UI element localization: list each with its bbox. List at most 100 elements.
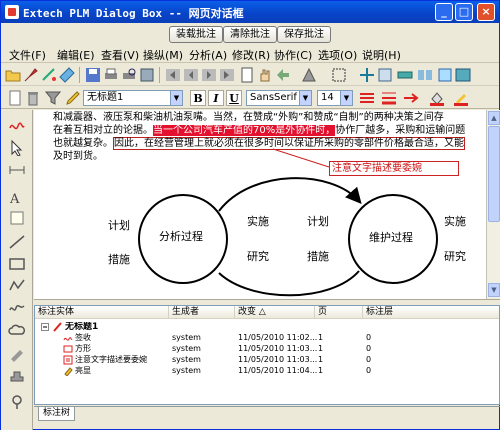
scroll-down-icon[interactable]: ▼ [488, 283, 500, 297]
rectangle-tool-icon[interactable] [8, 256, 26, 272]
select-arrow-icon[interactable] [8, 140, 26, 156]
text-tool-icon[interactable]: A [8, 190, 26, 206]
line-color-icon[interactable] [453, 90, 469, 106]
close-button[interactable]: × [477, 3, 495, 21]
menu-analyze[interactable]: 分析(A) [189, 47, 227, 63]
collapse-toggle-icon[interactable] [41, 323, 49, 331]
column-header-creator[interactable]: 生成者 [169, 306, 235, 319]
row-creator: system [172, 344, 201, 353]
highlight-markup[interactable]: 当一个公司汽车产值的70%是外协件时， [153, 125, 336, 136]
fill-color-icon[interactable] [429, 90, 445, 106]
navigate-icon[interactable] [275, 67, 291, 83]
row-changed: 11/05/2010 11:03... [238, 355, 318, 364]
open-folder-icon[interactable] [5, 67, 21, 83]
column-header-changed[interactable]: 改变 △ [235, 306, 315, 319]
document-scrollbar[interactable]: ▲ ▼ [486, 110, 500, 299]
column-header-entity[interactable]: 标注实体 [35, 306, 169, 319]
table-row[interactable]: 亮显 system 11/05/2010 11:04... 1 0 [35, 366, 499, 376]
row-entity: 方形 [75, 344, 91, 353]
scroll-thumb[interactable] [488, 126, 500, 222]
maximize-button[interactable]: □ [455, 3, 473, 21]
compare-icon[interactable] [417, 67, 433, 83]
dialog-window: Extech PLM Dialog Box -- 网页对话框 _ □ × 装载批… [0, 0, 500, 430]
rotate-icon[interactable] [301, 67, 317, 83]
note-tool-icon[interactable] [8, 210, 26, 226]
highlighter-tool-icon[interactable] [8, 346, 26, 362]
menu-file[interactable]: 文件(F) [9, 47, 46, 63]
polyline-tool-icon[interactable] [8, 278, 26, 294]
last-page-icon[interactable] [219, 67, 235, 83]
diagram-implement-right: 实施 [444, 215, 466, 228]
table-row[interactable]: 签收 system 11/05/2010 11:02... 1 0 [35, 333, 499, 343]
clear-annotations-button[interactable]: 清除批注 [223, 26, 277, 43]
title-bar[interactable]: Extech PLM Dialog Box -- 网页对话框 _ □ × [1, 1, 499, 23]
table-row[interactable]: 注意文字描述要委婉 system 11/05/2010 11:03... 1 0 [35, 355, 499, 365]
save-annotations-button[interactable]: 保存批注 [277, 26, 331, 43]
save-icon[interactable] [85, 67, 101, 83]
delete-markup-icon[interactable] [25, 90, 41, 106]
scroll-up-icon[interactable]: ▲ [488, 111, 500, 125]
diagram-right-center-label: 维护过程 [369, 231, 413, 244]
italic-button[interactable]: I [208, 90, 224, 106]
print-icon[interactable] [103, 67, 119, 83]
print-preview-icon[interactable] [121, 67, 137, 83]
diagram-plan-left: 计划 [108, 219, 130, 232]
grid-view-icon[interactable] [377, 67, 393, 83]
chevron-down-icon: ▼ [170, 91, 182, 105]
arrow-style-icon[interactable] [403, 90, 419, 106]
minimize-button[interactable]: _ [435, 3, 453, 21]
row-page: 1 [318, 366, 324, 375]
overlay-icon[interactable] [455, 67, 471, 83]
line-style-icon[interactable] [359, 90, 375, 106]
markup-tool-icon[interactable] [23, 67, 39, 83]
menu-view[interactable]: 查看(V) [101, 47, 139, 63]
menu-manipulate[interactable]: 操纵(M) [143, 47, 183, 63]
underline-button[interactable]: U [226, 90, 242, 106]
stamp-tool-icon[interactable] [8, 370, 26, 386]
filter-icon[interactable] [45, 90, 61, 106]
font-size-select[interactable]: 14 ▼ [317, 90, 353, 106]
next-page-icon[interactable] [201, 67, 217, 83]
line-weight-icon[interactable] [381, 90, 397, 106]
column-header-page[interactable]: 页 [315, 306, 363, 319]
menu-edit[interactable]: 编辑(E) [57, 47, 95, 63]
properties-icon[interactable] [139, 67, 155, 83]
column-header-layer[interactable]: 标注层 [363, 306, 499, 319]
cloud-tool-icon[interactable] [8, 322, 26, 338]
pan-hand-icon[interactable] [257, 67, 273, 83]
ruler-icon[interactable] [59, 67, 75, 83]
markup-pen-icon[interactable] [65, 90, 81, 106]
toolbar-separator [159, 67, 160, 83]
row-layer: 0 [366, 344, 372, 353]
load-annotations-button[interactable]: 装载批注 [169, 26, 223, 43]
menu-options[interactable]: 选项(O) [318, 47, 357, 63]
menu-collaborate[interactable]: 协作(C) [274, 47, 312, 63]
font-family-select[interactable]: SansSerif ▼ [246, 90, 312, 106]
diagram-measure-left: 措施 [108, 253, 130, 266]
tab-markup-tree[interactable]: 标注树 [38, 407, 76, 421]
markup-document-icon [53, 322, 62, 332]
zoom-extents-icon[interactable] [359, 67, 375, 83]
app-icon [5, 5, 19, 19]
measure-tool-icon[interactable] [41, 67, 57, 83]
markup-name-select[interactable]: 无标题1 ▼ [83, 90, 183, 106]
layers-icon[interactable] [397, 67, 413, 83]
row-changed: 11/05/2010 11:03... [238, 344, 318, 353]
fit-page-icon[interactable] [239, 67, 255, 83]
link-tool-icon[interactable] [8, 394, 26, 410]
line-tool-icon[interactable] [8, 234, 26, 250]
zoom-window-icon[interactable] [331, 67, 347, 83]
dimension-tool-icon[interactable] [8, 162, 26, 178]
menu-modify[interactable]: 修改(R) [232, 47, 270, 63]
first-page-icon[interactable] [165, 67, 181, 83]
signature-tool-icon[interactable] [8, 116, 26, 132]
menu-help[interactable]: 说明(H) [362, 47, 401, 63]
thumbnail-icon[interactable] [437, 67, 453, 83]
bold-button[interactable]: B [190, 90, 206, 106]
table-row[interactable]: 无标题1 [35, 322, 499, 332]
table-row[interactable]: 方形 system 11/05/2010 11:03... 1 0 [35, 344, 499, 354]
previous-page-icon[interactable] [183, 67, 199, 83]
new-markup-icon[interactable] [7, 90, 23, 106]
freehand-tool-icon[interactable] [8, 300, 26, 316]
diagram-research-left: 研究 [247, 250, 269, 263]
